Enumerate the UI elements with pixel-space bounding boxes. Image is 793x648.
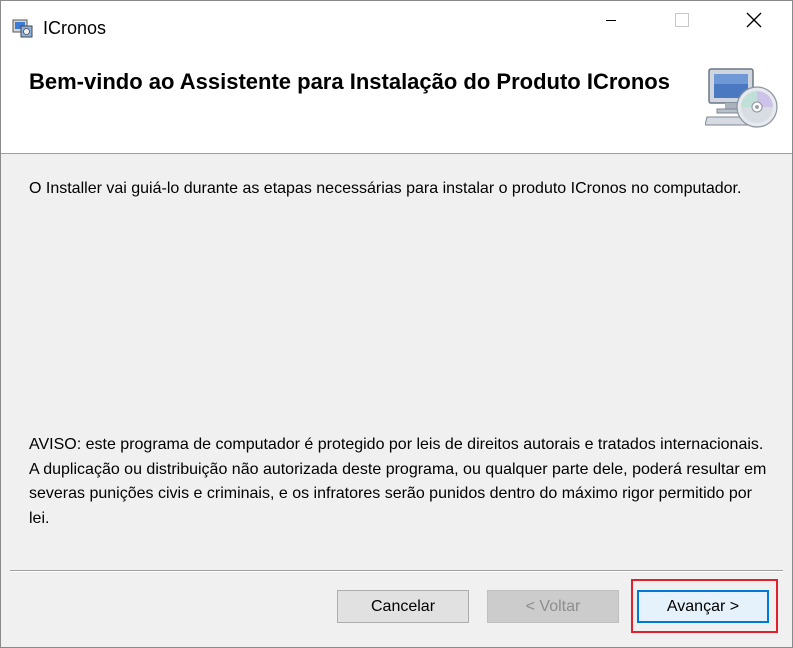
intro-text: O Installer vai guiá-lo durante as etapa…	[29, 180, 742, 197]
window-title: ICronos	[43, 18, 107, 38]
minimize-button[interactable]	[588, 1, 634, 39]
installer-app-icon	[12, 19, 33, 38]
title-bar[interactable]: ICronos	[1, 1, 792, 39]
minimize-icon	[606, 20, 616, 21]
maximize-button[interactable]	[659, 1, 705, 39]
header-banner: Bem-vindo ao Assistente para Instalação …	[1, 39, 792, 154]
close-button[interactable]	[731, 1, 777, 39]
close-icon	[746, 12, 762, 28]
footer-divider	[10, 570, 783, 572]
installer-window: ICronos Bem-vindo ao Assistente para Ins…	[0, 0, 793, 648]
computer-cd-icon	[705, 68, 778, 128]
cancel-button[interactable]: Cancelar	[337, 590, 469, 623]
back-button[interactable]: < Voltar	[487, 590, 619, 623]
maximize-icon	[675, 13, 689, 27]
next-button[interactable]: Avançar >	[637, 590, 769, 623]
copyright-warning-text: AVISO: este programa de computador é pro…	[29, 436, 767, 527]
page-title: Bem-vindo ao Assistente para Instalação …	[29, 69, 670, 94]
